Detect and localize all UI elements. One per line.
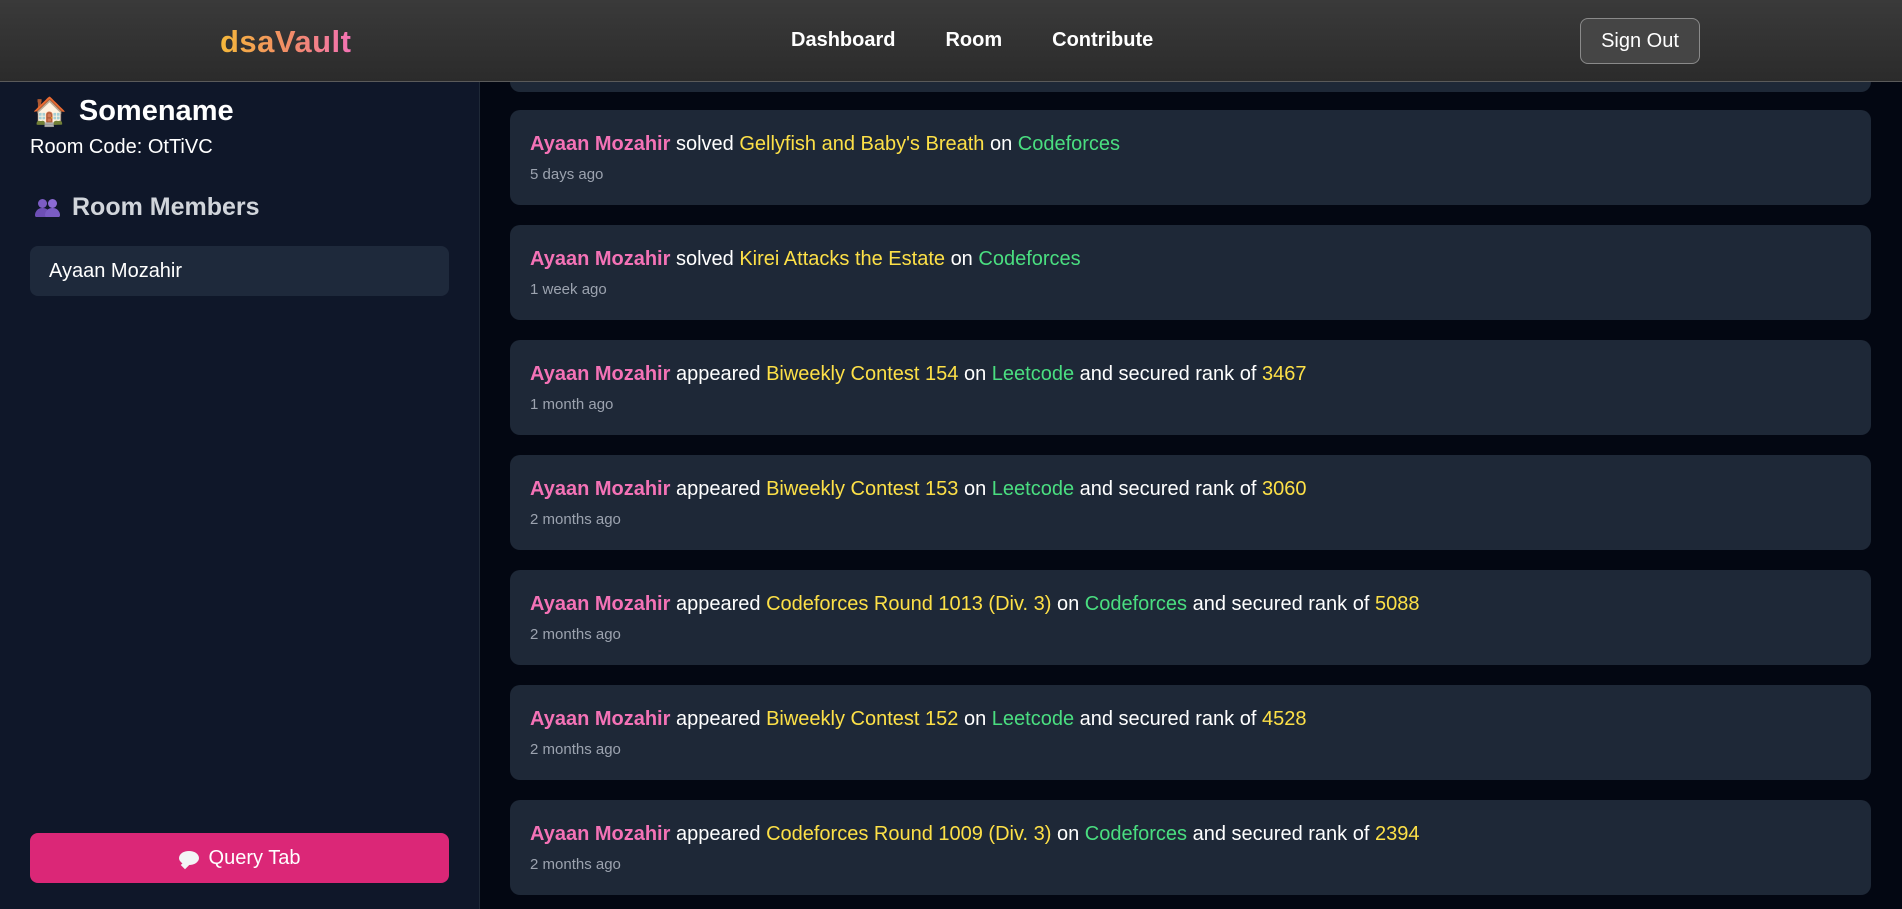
- activity-verb: appeared: [675, 708, 761, 730]
- activity-user[interactable]: Ayaan Mozahir: [530, 708, 670, 730]
- activity-rank: 3060: [1261, 478, 1307, 500]
- activity-text: Ayaan Mozahir solved Kirei Attacks the E…: [530, 248, 1081, 271]
- room-members-title: Room Members: [72, 193, 260, 221]
- activity-platform[interactable]: Leetcode: [992, 478, 1074, 500]
- activity-user[interactable]: Ayaan Mozahir: [530, 823, 670, 845]
- activity-card: Ayaan Mozahir appeared Biweekly Contest …: [510, 685, 1871, 780]
- activity-time: 1 month ago: [530, 396, 614, 413]
- query-tab-button[interactable]: Query Tab: [30, 833, 449, 883]
- activity-platform[interactable]: Codeforces: [978, 248, 1080, 270]
- activity-rank: 3467: [1261, 363, 1307, 385]
- activity-contest[interactable]: Codeforces Round 1009 (Div. 3): [766, 823, 1051, 845]
- activity-rank-text: and secured rank of: [1192, 593, 1370, 615]
- activity-on: on: [963, 363, 987, 385]
- activity-text: Ayaan Mozahir appeared Biweekly Contest …: [530, 478, 1306, 501]
- activity-problem[interactable]: Gellyfish and Baby's Breath: [739, 133, 984, 155]
- room-members-heading: Room Members: [34, 193, 260, 222]
- activity-verb: appeared: [675, 478, 761, 500]
- query-tab-label: Query Tab: [208, 846, 301, 869]
- activity-platform[interactable]: Codeforces: [1085, 823, 1187, 845]
- activity-rank: 2394: [1374, 823, 1420, 845]
- activity-platform[interactable]: Codeforces: [1085, 593, 1187, 615]
- activity-feed: Ayaan Mozahir solved Gellyfish and Baby'…: [481, 82, 1902, 909]
- activity-text: Ayaan Mozahir solved Gellyfish and Baby'…: [530, 133, 1120, 156]
- activity-platform[interactable]: Codeforces: [1018, 133, 1120, 155]
- activity-verb: appeared: [675, 363, 761, 385]
- activity-card: Ayaan Mozahir appeared Biweekly Contest …: [510, 340, 1871, 435]
- activity-text: Ayaan Mozahir appeared Biweekly Contest …: [530, 363, 1306, 386]
- house-icon: 🏠: [32, 95, 67, 127]
- activity-time: 2 months ago: [530, 626, 621, 643]
- activity-verb: appeared: [675, 823, 761, 845]
- activity-card: Ayaan Mozahir appeared Codeforces Round …: [510, 570, 1871, 665]
- activity-user[interactable]: Ayaan Mozahir: [530, 248, 670, 270]
- nav-links: Dashboard Room Contribute: [791, 29, 1153, 52]
- sign-out-button[interactable]: Sign Out: [1580, 18, 1700, 64]
- activity-on: on: [989, 133, 1013, 155]
- activity-time: 2 months ago: [530, 856, 621, 873]
- nav-link-room[interactable]: Room: [945, 29, 1002, 52]
- activity-contest[interactable]: Biweekly Contest 153: [766, 478, 958, 500]
- activity-on: on: [1056, 823, 1080, 845]
- nav-link-dashboard[interactable]: Dashboard: [791, 29, 895, 52]
- users-icon: [34, 197, 62, 219]
- activity-user[interactable]: Ayaan Mozahir: [530, 133, 670, 155]
- activity-card: Ayaan Mozahir appeared Biweekly Contest …: [510, 455, 1871, 550]
- activity-rank-text: and secured rank of: [1079, 708, 1257, 730]
- activity-card-partial: [510, 82, 1871, 92]
- activity-rank: 5088: [1374, 593, 1420, 615]
- activity-problem[interactable]: Kirei Attacks the Estate: [739, 248, 945, 270]
- activity-user[interactable]: Ayaan Mozahir: [530, 363, 670, 385]
- activity-rank-text: and secured rank of: [1192, 823, 1370, 845]
- activity-verb: appeared: [675, 593, 761, 615]
- room-code: Room Code: OtTiVC: [30, 136, 213, 158]
- nav-link-contribute[interactable]: Contribute: [1052, 29, 1153, 52]
- activity-rank: 4528: [1261, 708, 1307, 730]
- activity-time: 5 days ago: [530, 166, 604, 183]
- activity-on: on: [950, 248, 973, 270]
- activity-contest[interactable]: Biweekly Contest 152: [766, 708, 958, 730]
- activity-user[interactable]: Ayaan Mozahir: [530, 478, 670, 500]
- activity-verb: solved: [675, 133, 734, 155]
- activity-platform[interactable]: Leetcode: [992, 363, 1074, 385]
- activity-contest[interactable]: Codeforces Round 1013 (Div. 3): [766, 593, 1051, 615]
- activity-card: Ayaan Mozahir solved Gellyfish and Baby'…: [510, 110, 1871, 205]
- activity-text: Ayaan Mozahir appeared Codeforces Round …: [530, 823, 1419, 846]
- activity-time: 2 months ago: [530, 511, 621, 528]
- activity-contest[interactable]: Biweekly Contest 154: [766, 363, 958, 385]
- activity-card: Ayaan Mozahir appeared Codeforces Round …: [510, 800, 1871, 895]
- activity-rank-text: and secured rank of: [1079, 478, 1257, 500]
- sidebar: 🏠 Somename Room Code: OtTiVC Room Member…: [0, 82, 480, 909]
- activity-user[interactable]: Ayaan Mozahir: [530, 593, 670, 615]
- activity-on: on: [963, 478, 987, 500]
- activity-time: 1 week ago: [530, 281, 607, 298]
- member-item[interactable]: Ayaan Mozahir: [30, 246, 449, 296]
- activity-rank-text: and secured rank of: [1079, 363, 1257, 385]
- activity-time: 2 months ago: [530, 741, 621, 758]
- activity-platform[interactable]: Leetcode: [992, 708, 1074, 730]
- activity-verb: solved: [675, 248, 734, 270]
- activity-on: on: [963, 708, 987, 730]
- activity-text: Ayaan Mozahir appeared Biweekly Contest …: [530, 708, 1306, 731]
- activity-on: on: [1056, 593, 1080, 615]
- brand-logo[interactable]: dsaVault: [220, 24, 352, 60]
- speech-bubble-icon: [178, 851, 199, 865]
- activity-card: Ayaan Mozahir solved Kirei Attacks the E…: [510, 225, 1871, 320]
- top-navbar: dsaVault Dashboard Room Contribute Sign …: [0, 0, 1902, 82]
- room-name: Somename: [78, 95, 234, 127]
- activity-text: Ayaan Mozahir appeared Codeforces Round …: [530, 593, 1419, 616]
- room-title: 🏠 Somename: [32, 95, 234, 128]
